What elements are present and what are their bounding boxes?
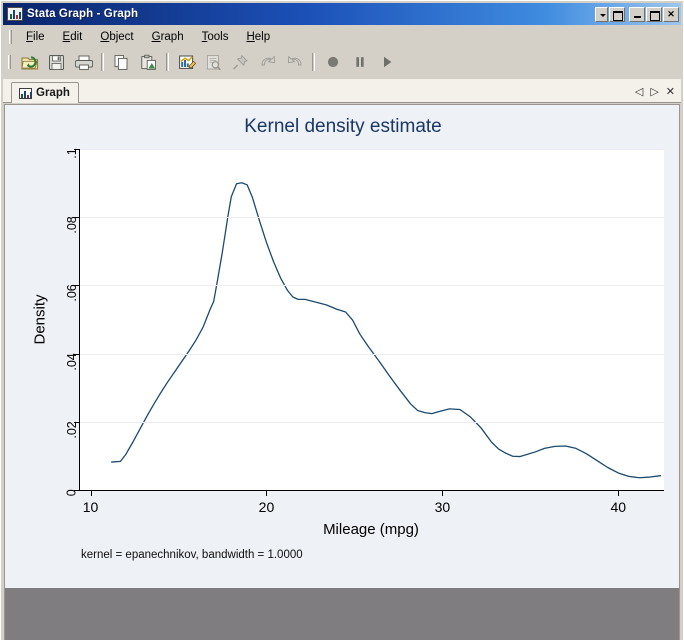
maximize-button[interactable]	[646, 6, 662, 22]
document-search-icon	[206, 54, 221, 70]
save-graph-button[interactable]	[44, 50, 69, 74]
title-bar: Stata Graph - Graph ✕	[3, 3, 681, 25]
gridline	[80, 149, 664, 150]
stata-graph-window: Stata Graph - Graph ✕ File Edit Object G…	[0, 0, 684, 641]
y-axis-title: Density	[31, 149, 49, 490]
paste-icon	[141, 54, 156, 70]
x-axis-tick-label: 30	[434, 499, 451, 515]
redo-button[interactable]	[282, 50, 307, 74]
y-axis-tick-label: .06	[64, 284, 79, 303]
minimize-button[interactable]	[629, 6, 645, 22]
tab-scroll-left-button[interactable]: ◁	[635, 87, 643, 98]
play-button[interactable]	[374, 50, 399, 74]
tab-graph[interactable]: Graph	[11, 82, 79, 103]
window-controls: ✕	[595, 6, 679, 22]
plot-area: 0 .02 .04 .06 .08 .1 10 20 30 40	[65, 148, 664, 514]
canvas-filler	[5, 588, 679, 640]
y-axis-tick-label: 0	[64, 489, 79, 497]
y-axis-tick-label: .08	[64, 216, 79, 234]
close-button[interactable]: ✕	[663, 6, 679, 22]
x-axis-tick	[266, 490, 268, 496]
print-graph-button[interactable]	[71, 50, 96, 74]
x-axis-title: Mileage (mpg)	[323, 521, 419, 538]
tab-graph-label: Graph	[36, 87, 70, 99]
record-button[interactable]	[320, 50, 345, 74]
x-axis-tick-label: 20	[258, 499, 275, 515]
window-menu-button[interactable]	[595, 6, 608, 22]
x-axis-tick	[90, 490, 92, 496]
toolbar-separator-3	[312, 53, 315, 71]
x-axis-tick	[618, 490, 620, 496]
object-browser-button[interactable]	[201, 50, 226, 74]
restore-down-button[interactable]	[609, 6, 625, 22]
copy-button[interactable]	[109, 50, 134, 74]
undo-button[interactable]	[255, 50, 280, 74]
graph-canvas[interactable]: Kernel density estimate Density 0 .02 .04.…	[4, 104, 680, 640]
window-title: Stata Graph - Graph	[27, 8, 139, 20]
pause-button[interactable]	[347, 50, 372, 74]
menu-help[interactable]: Help	[237, 29, 279, 45]
y-axis-title-text: Density	[31, 294, 49, 345]
toolbar-separator-2	[166, 53, 169, 71]
pushpin-icon	[233, 54, 248, 70]
x-axis-tick-label: 10	[82, 499, 99, 515]
add-text-button[interactable]	[228, 50, 253, 74]
menu-bar: File Edit Object Graph Tools Help	[3, 27, 681, 47]
open-graph-button[interactable]	[17, 50, 42, 74]
y-axis-tick-label: .02	[64, 421, 79, 439]
y-axis-tick-label: .04	[64, 352, 79, 371]
menu-edit[interactable]: Edit	[54, 29, 92, 45]
density-curve	[111, 182, 662, 479]
menu-tools[interactable]: Tools	[193, 29, 238, 45]
play-triangle-icon	[383, 56, 391, 68]
copy-pages-icon	[114, 54, 128, 70]
graph-tab-icon	[19, 87, 32, 99]
gridline	[80, 217, 664, 219]
menu-graph[interactable]: Graph	[143, 29, 193, 45]
tab-strip-controls: ◁ ▷ ✕	[635, 87, 675, 98]
y-axis-tick-label: .1	[64, 148, 79, 159]
chart-title: Kernel density estimate	[244, 116, 442, 137]
x-axis-tick	[442, 490, 444, 496]
menu-object[interactable]: Object	[91, 29, 142, 45]
chart-pencil-icon	[178, 55, 196, 69]
graph-drawing-area: Kernel density estimate Density 0 .02 .04.…	[5, 105, 679, 588]
floppy-disk-icon	[49, 54, 64, 70]
open-folder-icon	[21, 55, 38, 69]
toolbar-separator-1	[101, 53, 104, 71]
toolbar-drag-grip[interactable]	[8, 55, 11, 69]
printer-icon	[74, 55, 93, 70]
pause-icon	[355, 57, 364, 67]
toolbar	[3, 48, 681, 76]
stata-graph-icon	[7, 7, 23, 21]
x-axis-tick-label: 40	[610, 499, 627, 515]
tab-close-button[interactable]: ✕	[666, 87, 675, 98]
graph-editor-button[interactable]	[174, 50, 199, 74]
menu-drag-grip[interactable]	[9, 30, 12, 44]
chart-note: kernel = epanechnikov, bandwidth = 1.000…	[81, 549, 303, 561]
menu-file[interactable]: File	[17, 29, 54, 45]
tab-scroll-right-button[interactable]: ▷	[650, 87, 658, 98]
record-circle-icon	[327, 56, 338, 68]
gridline	[80, 285, 664, 287]
gridline	[80, 353, 664, 355]
tab-strip: Graph ◁ ▷ ✕	[3, 79, 681, 103]
redo-arrow-icon	[287, 55, 301, 66]
paste-button[interactable]	[136, 50, 161, 74]
undo-arrow-icon	[261, 55, 275, 66]
gridline	[80, 421, 664, 423]
